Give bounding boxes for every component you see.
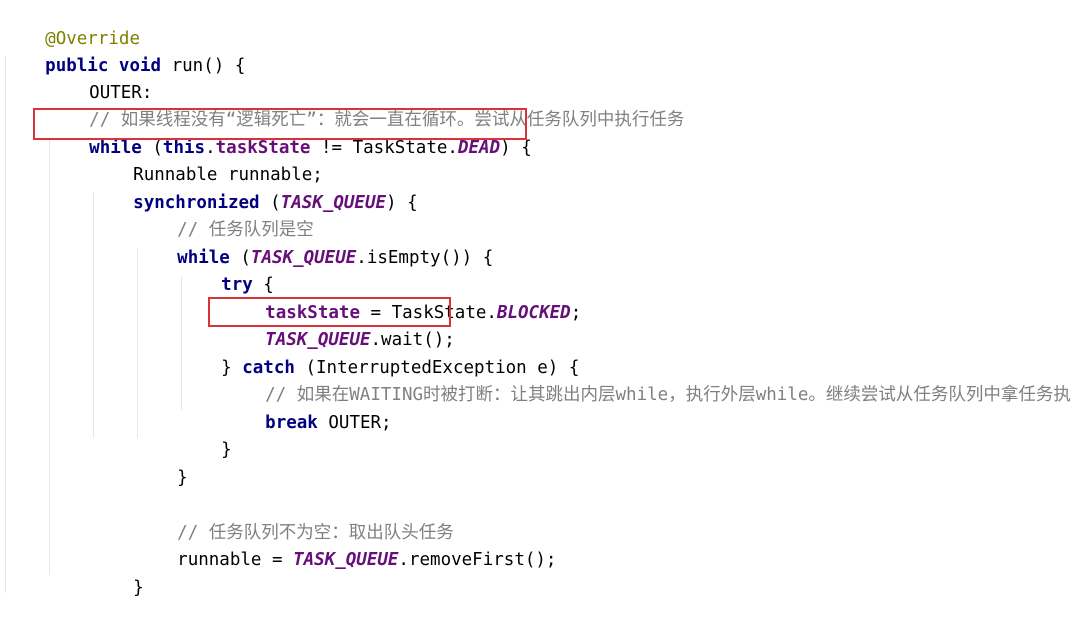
code-line-17[interactable]: } bbox=[135, 438, 188, 488]
indent-guide bbox=[5, 56, 6, 593]
code-line-20[interactable]: runnable = TASK_QUEUE.removeFirst(); bbox=[135, 520, 556, 570]
semicolon: ; bbox=[570, 303, 582, 323]
isempty-call: .isEmpty()) { bbox=[356, 248, 494, 268]
const-blocked: BLOCKED bbox=[496, 303, 571, 323]
code-editor[interactable]: @Override public void run() { OUTER: // … bbox=[0, 0, 1070, 598]
compare-expr: != TaskState. bbox=[310, 138, 458, 158]
const-dead: DEAD bbox=[457, 138, 501, 158]
code-line-4[interactable]: // 如果线程没有“逻辑死亡”：就会一直在循环。尝试从任务队列中执行任务 bbox=[47, 80, 684, 130]
keyword-break: break bbox=[265, 413, 318, 433]
runnable-assign: runnable = bbox=[177, 550, 294, 570]
brace-close: } bbox=[177, 468, 188, 488]
code-line-2[interactable]: public void run() { bbox=[3, 26, 245, 76]
code-line-8[interactable]: // 任务队列是空 bbox=[135, 190, 314, 240]
code-line-14[interactable]: // 如果在WAITING时被打断：让其跳出内层while，执行外层while。… bbox=[223, 355, 1070, 405]
code-line-7[interactable]: synchronized (TASK_QUEUE) { bbox=[91, 163, 417, 213]
code-line-3[interactable]: OUTER: bbox=[47, 53, 152, 103]
code-line-11[interactable]: taskState = TaskState.BLOCKED; bbox=[223, 273, 581, 323]
break-target: OUTER; bbox=[317, 413, 392, 433]
const-task-queue: TASK_QUEUE bbox=[293, 550, 399, 570]
paren-close: ) { bbox=[500, 138, 532, 158]
code-line-13[interactable]: } catch (InterruptedException e) { bbox=[179, 328, 579, 378]
highlight-box-wait bbox=[208, 297, 451, 327]
code-line-9[interactable]: while (TASK_QUEUE.isEmpty()) { bbox=[135, 218, 493, 268]
indent-guide bbox=[49, 138, 50, 575]
code-line-16[interactable]: } bbox=[179, 410, 232, 460]
removefirst-call: .removeFirst(); bbox=[398, 550, 557, 570]
code-line-1[interactable]: @Override bbox=[3, 0, 140, 49]
highlight-box-while bbox=[33, 108, 527, 140]
code-line-19[interactable]: // 任务队列不为空：取出队头任务 bbox=[135, 493, 454, 543]
code-line-10[interactable]: try { bbox=[179, 245, 274, 295]
method-signature: run() { bbox=[161, 56, 246, 76]
brace-close: } bbox=[221, 440, 232, 460]
brace-close: } bbox=[133, 578, 144, 598]
paren-close: ) { bbox=[386, 193, 418, 213]
code-line-15[interactable]: break OUTER; bbox=[223, 383, 391, 433]
code-line-21[interactable]: } bbox=[91, 548, 144, 598]
